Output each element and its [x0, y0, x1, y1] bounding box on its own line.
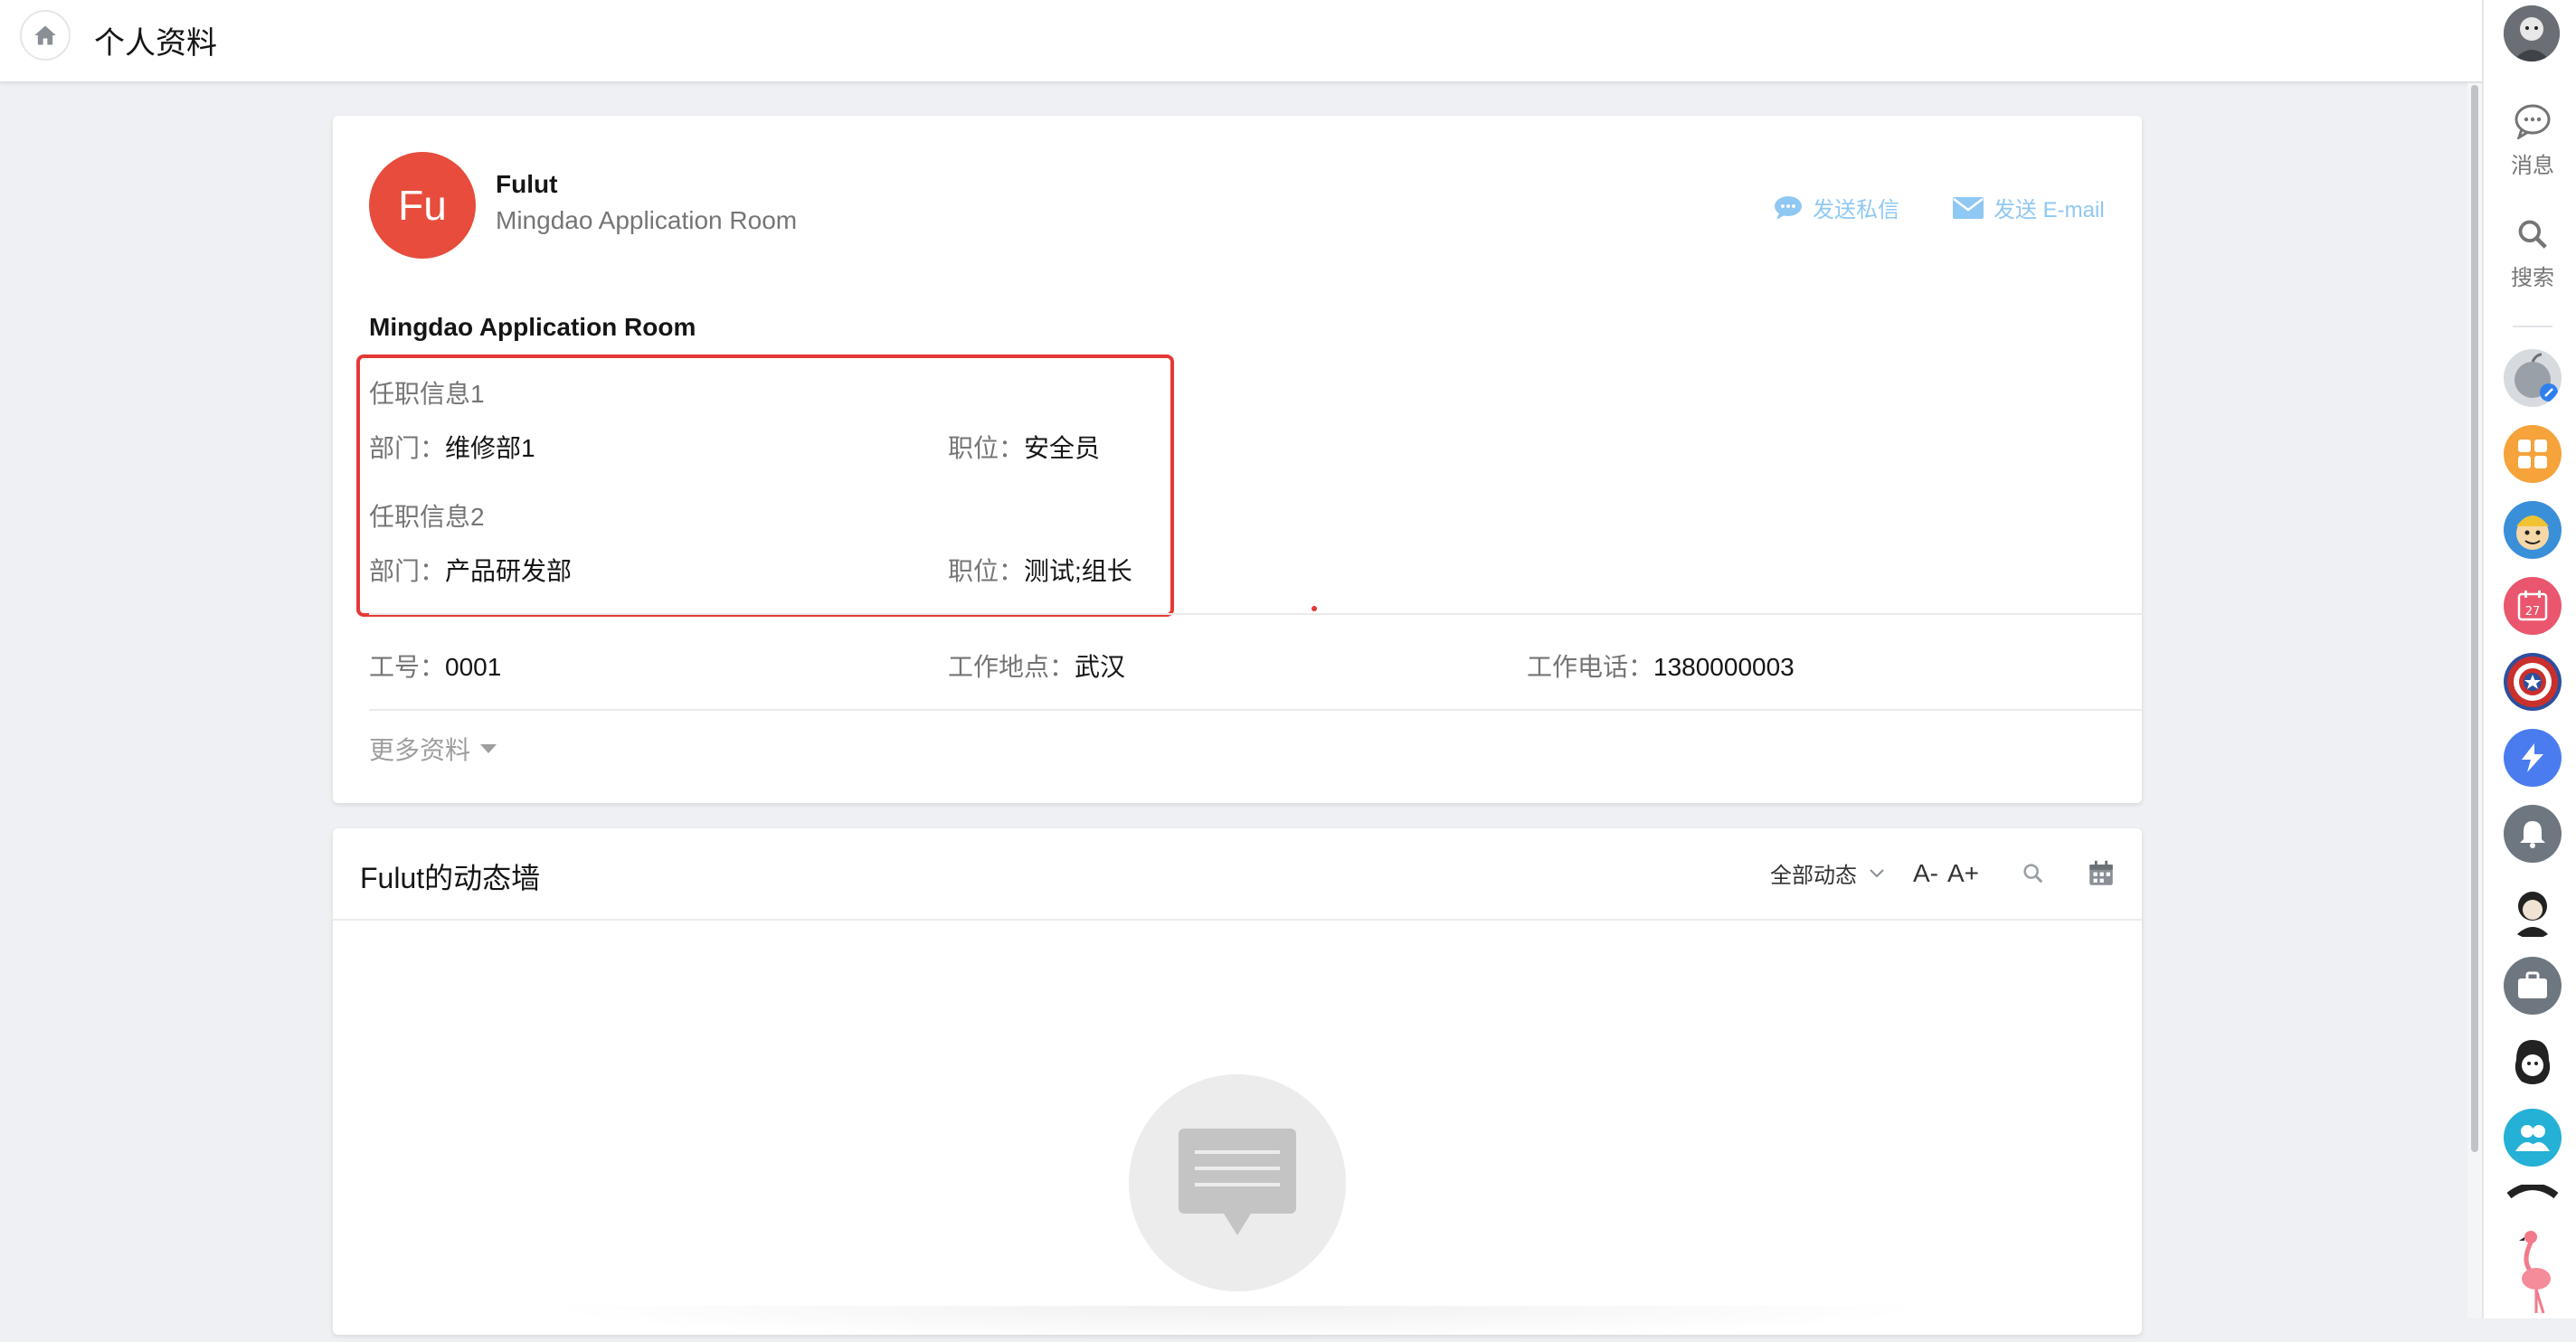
- bell-icon: [2520, 821, 2545, 848]
- send-message-link[interactable]: 发送私信: [1773, 192, 1899, 223]
- apple-app-icon[interactable]: [2504, 349, 2562, 407]
- person-avatar-icon: [2514, 892, 2551, 937]
- flamingo-app-icon[interactable]: [2504, 1224, 2562, 1315]
- more-divider: [369, 709, 2144, 711]
- font-decrease-button[interactable]: A-: [1913, 859, 1938, 888]
- briefcase-app-icon[interactable]: [2504, 957, 2562, 1015]
- feed-filter-select[interactable]: 全部动态: [1770, 857, 1886, 889]
- top-header: 个人资料: [0, 0, 2482, 83]
- job-info-title-1: 任职信息1: [369, 380, 485, 408]
- briefcase-icon: [2518, 971, 2547, 998]
- flamingo-icon: [2519, 1231, 2551, 1314]
- caret-down-icon: [480, 744, 497, 753]
- sidebar-search-label: 搜索: [2511, 266, 2554, 290]
- page-title: 个人资料: [94, 26, 217, 61]
- lightning-icon: [2522, 743, 2543, 772]
- calendar-icon[interactable]: [2086, 858, 2117, 889]
- chat-bubble-icon: [2514, 104, 2551, 141]
- work-location: 工作地点：武汉: [948, 653, 1126, 681]
- scrollbar-thumb[interactable]: [2471, 85, 2478, 1152]
- activity-wall-card: Fulut的动态墙 全部动态 A- A+: [333, 828, 2142, 1342]
- cartoon-face-icon: [2506, 504, 2559, 556]
- chevron-down-icon: [1870, 868, 1884, 877]
- details-divider: [369, 613, 2144, 615]
- user-photo-icon: [2504, 5, 2560, 61]
- shield-icon: [2507, 657, 2558, 707]
- cartoon-avatar-icon: [2514, 1040, 2551, 1084]
- activity-wall-title: Fulut的动态墙: [360, 862, 541, 894]
- calendar-badge: 27: [2525, 605, 2541, 619]
- feed-bottom-shadow: [532, 1306, 1943, 1342]
- red-marker-dot: [1312, 606, 1317, 611]
- vault-boy-app-icon[interactable]: [2504, 501, 2562, 559]
- calendar-app-icon[interactable]: 27: [2504, 577, 2562, 635]
- captain-shield-app-icon[interactable]: [2504, 653, 2562, 711]
- work-phone: 工作电话：1380000003: [1527, 653, 1795, 681]
- search-icon[interactable]: [2021, 861, 2046, 886]
- more-info-toggle[interactable]: 更多资料: [369, 731, 497, 767]
- person-app-icon[interactable]: [2504, 881, 2562, 939]
- user-avatar[interactable]: Fu: [369, 152, 476, 259]
- sidebar-messages[interactable]: 消息: [2489, 103, 2576, 179]
- feed-toolbar: 全部动态 A- A+: [1770, 857, 2117, 889]
- bell-app-icon[interactable]: [2504, 805, 2562, 863]
- font-size-controls: A- A+: [1913, 859, 1979, 888]
- group-app-icon[interactable]: [2504, 1109, 2562, 1167]
- sidebar-messages-label: 消息: [2511, 154, 2554, 178]
- org-heading: Mingdao Application Room: [369, 313, 696, 341]
- lightning-app-icon[interactable]: [2504, 729, 2562, 787]
- home-button[interactable]: [20, 10, 71, 61]
- mail-icon: [1953, 196, 1984, 219]
- empty-message-icon: [1179, 1129, 1296, 1235]
- calendar-glyph-icon: 27: [2517, 591, 2548, 621]
- job-2-department: 部门：产品研发部: [369, 557, 573, 585]
- job-1-position: 职位：安全员: [948, 434, 1101, 462]
- partial-app-icon[interactable]: [2504, 1185, 2562, 1221]
- send-email-link[interactable]: 发送 E-mail: [1952, 192, 2105, 223]
- feed-filter-value: 全部动态: [1769, 864, 1857, 888]
- group-icon: [2515, 1125, 2550, 1151]
- profile-card: Fu Fulut Mingdao Application Room 发送私信 发…: [333, 116, 2144, 803]
- feed-header-divider: [333, 919, 2142, 921]
- sidebar-divider: [2513, 326, 2552, 327]
- search-icon: [2518, 220, 2547, 249]
- job-2-position: 职位：测试;组长: [948, 557, 1132, 585]
- job-1-department: 部门：维修部1: [369, 434, 535, 462]
- home-icon: [34, 25, 56, 45]
- chat-icon: [1775, 195, 1802, 220]
- send-message-label: 发送私信: [1813, 198, 1899, 222]
- user-name: Fulut: [496, 170, 558, 198]
- sidebar-search[interactable]: 搜索: [2489, 217, 2576, 291]
- grid-app-icon[interactable]: [2504, 425, 2562, 483]
- send-email-label: 发送 E-mail: [1994, 198, 2105, 222]
- empty-feed-placeholder: [1129, 1074, 1346, 1291]
- apple-glyph-icon: [2514, 353, 2558, 402]
- job-info-title-2: 任职信息2: [369, 503, 485, 531]
- current-user-avatar[interactable]: [2504, 5, 2560, 61]
- partial-avatar-icon: [2506, 1185, 2559, 1199]
- more-info-label: 更多资料: [369, 736, 471, 764]
- cartoon-app-icon[interactable]: [2504, 1033, 2562, 1091]
- user-organization: Mingdao Application Room: [496, 206, 798, 234]
- employee-number: 工号：0001: [369, 653, 502, 681]
- font-increase-button[interactable]: A+: [1947, 859, 1979, 888]
- grid-glyph-icon: [2518, 439, 2547, 468]
